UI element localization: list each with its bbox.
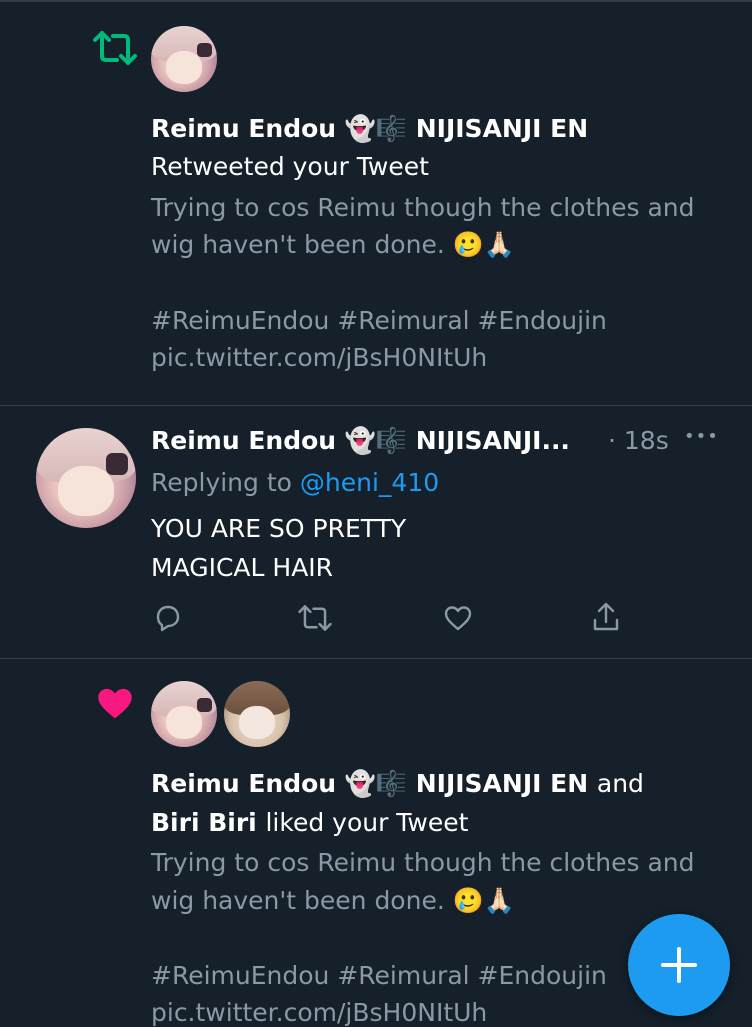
- tweet-text-line: Trying to cos Reimu though the clothes a…: [151, 848, 695, 877]
- actor-name[interactable]: Reimu Endou 👻🎼 NIJISANJI EN: [151, 114, 588, 144]
- avatar[interactable]: [151, 681, 217, 747]
- more-options-icon[interactable]: •••: [684, 426, 719, 447]
- avatar[interactable]: [151, 26, 217, 92]
- notification-retweet[interactable]: Reimu Endou 👻🎼 NIJISANJI EN Retweeted yo…: [0, 0, 752, 406]
- retweet-icon: [93, 31, 137, 65]
- replying-prefix: Replying to: [151, 468, 292, 497]
- heart-icon: [98, 688, 132, 719]
- like-icon[interactable]: [443, 604, 473, 632]
- actor-line: Reimu Endou 👻🎼 NIJISANJI EN and: [151, 769, 644, 799]
- avatar[interactable]: [224, 681, 290, 747]
- action-text: Retweeted your Tweet: [151, 152, 429, 181]
- hashtags[interactable]: #ReimuEndou #Reimural #Endoujin: [151, 306, 607, 335]
- retweet-icon[interactable]: [298, 604, 332, 632]
- replying-to: Replying to @heni_410: [151, 468, 439, 497]
- action-text: liked your Tweet: [265, 808, 469, 837]
- plus-icon: [661, 947, 697, 983]
- and-text: and: [596, 769, 644, 798]
- reply-text-line: YOU ARE SO PRETTY: [151, 514, 407, 543]
- notification-reply[interactable]: Reimu Endou 👻🎼 NIJISANJI... · 18s ••• Re…: [0, 406, 752, 659]
- pic-link[interactable]: pic.twitter.com/jBsH0NItUh: [151, 998, 487, 1027]
- share-icon[interactable]: [591, 601, 621, 633]
- tweet-text-line: Trying to cos Reimu though the clothes a…: [151, 193, 695, 222]
- actor-name[interactable]: Reimu Endou 👻🎼 NIJISANJI...: [151, 426, 570, 456]
- actor-name[interactable]: Reimu Endou 👻🎼 NIJISANJI EN: [151, 769, 588, 798]
- reply-text-line: MAGICAL HAIR: [151, 553, 334, 582]
- actor-line: Biri Biri liked your Tweet: [151, 808, 468, 837]
- tweet-text-line: wig haven't been done. 🥲🙏🏻: [151, 886, 515, 915]
- timestamp: · 18s: [608, 426, 669, 455]
- reply-icon[interactable]: [152, 603, 182, 633]
- avatar[interactable]: [36, 428, 136, 528]
- tweet-text-line: wig haven't been done. 🥲🙏🏻: [151, 230, 515, 259]
- actor2-name[interactable]: Biri Biri: [151, 808, 257, 837]
- compose-tweet-button[interactable]: [628, 914, 730, 1016]
- replying-handle[interactable]: @heni_410: [300, 468, 439, 497]
- hashtags[interactable]: #ReimuEndou #Reimural #Endoujin: [151, 961, 607, 990]
- pic-link[interactable]: pic.twitter.com/jBsH0NItUh: [151, 343, 487, 372]
